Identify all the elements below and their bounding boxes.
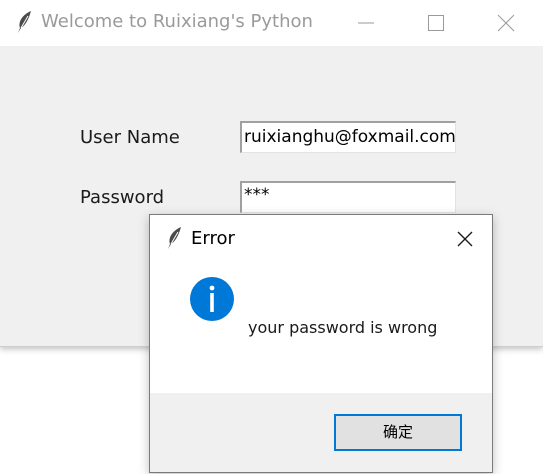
username-label: User Name — [80, 127, 180, 148]
close-button[interactable] — [471, 0, 541, 46]
feather-icon — [165, 226, 183, 250]
info-icon — [189, 276, 235, 322]
close-icon — [497, 14, 515, 32]
error-dialog-footer: 确定 — [150, 393, 492, 472]
error-dialog-titlebar[interactable]: Error — [150, 215, 492, 261]
error-message: your password is wrong — [248, 318, 438, 337]
ok-button[interactable]: 确定 — [334, 414, 462, 451]
close-icon — [457, 231, 473, 247]
maximize-button[interactable] — [401, 0, 471, 46]
minimize-button[interactable] — [331, 0, 401, 46]
username-input[interactable]: ruixianghu@foxmail.com — [240, 121, 456, 153]
password-label: Password — [80, 187, 165, 208]
error-dialog: Error your password is wrong 确定 — [149, 214, 493, 473]
maximize-icon — [428, 15, 444, 31]
dialog-close-button[interactable] — [450, 224, 480, 254]
feather-icon — [14, 10, 34, 34]
main-titlebar[interactable]: Welcome to Ruixiang's Python — [0, 0, 543, 46]
main-window-title: Welcome to Ruixiang's Python — [41, 11, 313, 32]
password-input[interactable]: *** — [240, 181, 456, 213]
error-dialog-title: Error — [191, 228, 235, 249]
minimize-icon — [358, 22, 374, 24]
